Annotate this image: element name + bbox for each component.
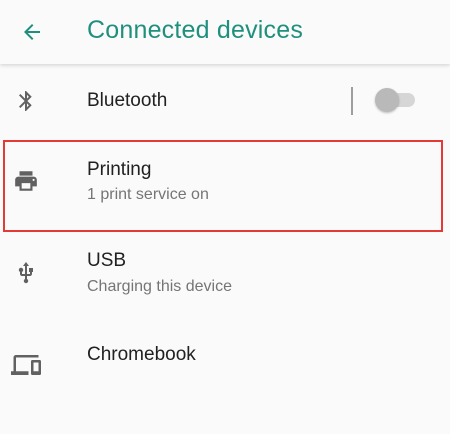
toggle-thumb	[375, 88, 399, 112]
app-bar: Connected devices	[0, 0, 450, 64]
bluetooth-icon	[8, 83, 44, 119]
page-title: Connected devices	[87, 16, 304, 44]
arrow-left-icon	[24, 24, 40, 40]
back-button[interactable]	[12, 12, 52, 52]
usb-title: USB	[87, 250, 127, 271]
chromebook-item[interactable]: Chromebook	[0, 324, 450, 404]
selection-highlight	[3, 140, 443, 232]
toggle-divider	[351, 87, 353, 115]
bluetooth-toggle[interactable]	[375, 88, 419, 112]
usb-summary: Charging this device	[87, 278, 232, 295]
usb-item[interactable]: USB Charging this device	[0, 232, 450, 324]
usb-icon	[8, 255, 44, 291]
bluetooth-title: Bluetooth	[87, 90, 168, 111]
devices-icon	[8, 347, 44, 383]
chromebook-title: Chromebook	[87, 344, 196, 365]
